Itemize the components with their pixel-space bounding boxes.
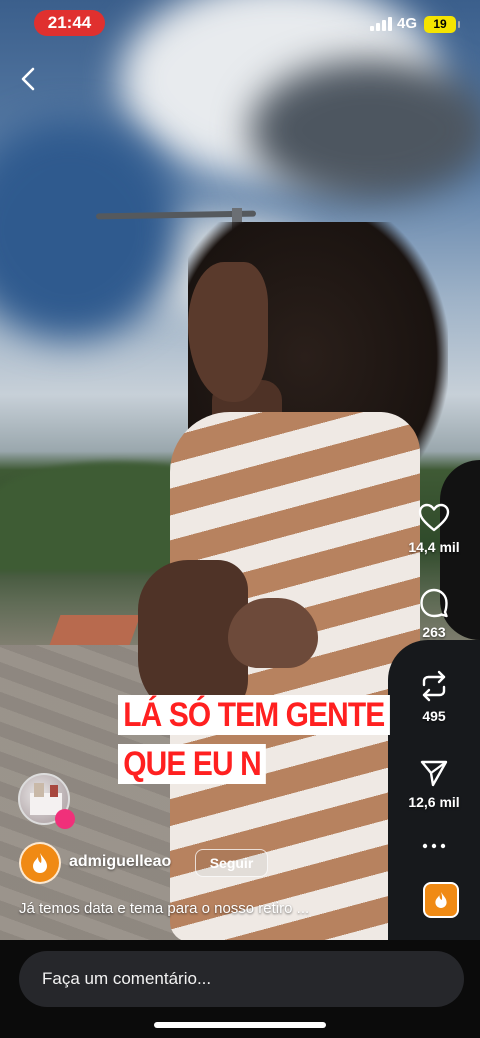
video-text-line-1: LÁ SÓ TEM GENTE (118, 695, 390, 735)
signal-icon (370, 17, 392, 31)
like-action[interactable]: 14,4 mil (388, 503, 480, 555)
battery-icon: 19 (424, 16, 460, 33)
roof (49, 615, 141, 645)
comment-action[interactable]: 263 (388, 588, 480, 640)
repost-icon (422, 670, 446, 702)
repost-action[interactable]: 495 (388, 670, 480, 724)
like-count: 14,4 mil (408, 539, 460, 555)
more-options-button[interactable] (388, 842, 480, 850)
author-username[interactable]: admiguelleao (69, 853, 171, 871)
video-text-line-2: QUE EU N (118, 744, 267, 784)
chevron-left-icon (21, 67, 35, 91)
more-dots-icon (422, 843, 446, 849)
comment-count: 263 (422, 624, 446, 640)
share-action[interactable]: 12,6 mil (388, 758, 480, 810)
share-count: 12,6 mil (408, 794, 460, 810)
follow-button[interactable]: Seguir (195, 849, 268, 877)
back-button[interactable] (18, 66, 40, 92)
comment-placeholder: Faça um comentário... (42, 969, 212, 988)
status-bar: 21:44 4G 19 (0, 0, 480, 46)
comment-input[interactable]: Faça um comentário... (19, 951, 464, 1007)
repost-count: 495 (422, 708, 446, 724)
person-hand (228, 598, 318, 668)
flame-logo-icon (33, 853, 47, 873)
cloud (0, 120, 180, 340)
status-time: 21:44 (34, 10, 105, 36)
post-caption[interactable]: Já temos data e tema para o nosso retiro… (19, 900, 309, 917)
cloud (250, 60, 480, 200)
send-icon (420, 760, 448, 787)
home-indicator[interactable] (154, 1022, 326, 1028)
flame-logo-icon (435, 892, 447, 908)
heart-icon (418, 503, 450, 532)
comment-bubble-icon (420, 588, 448, 618)
audio-badge (55, 809, 75, 829)
author-avatar[interactable] (19, 842, 61, 884)
audio-source-logo[interactable] (423, 882, 459, 918)
network-type: 4G (397, 15, 418, 32)
